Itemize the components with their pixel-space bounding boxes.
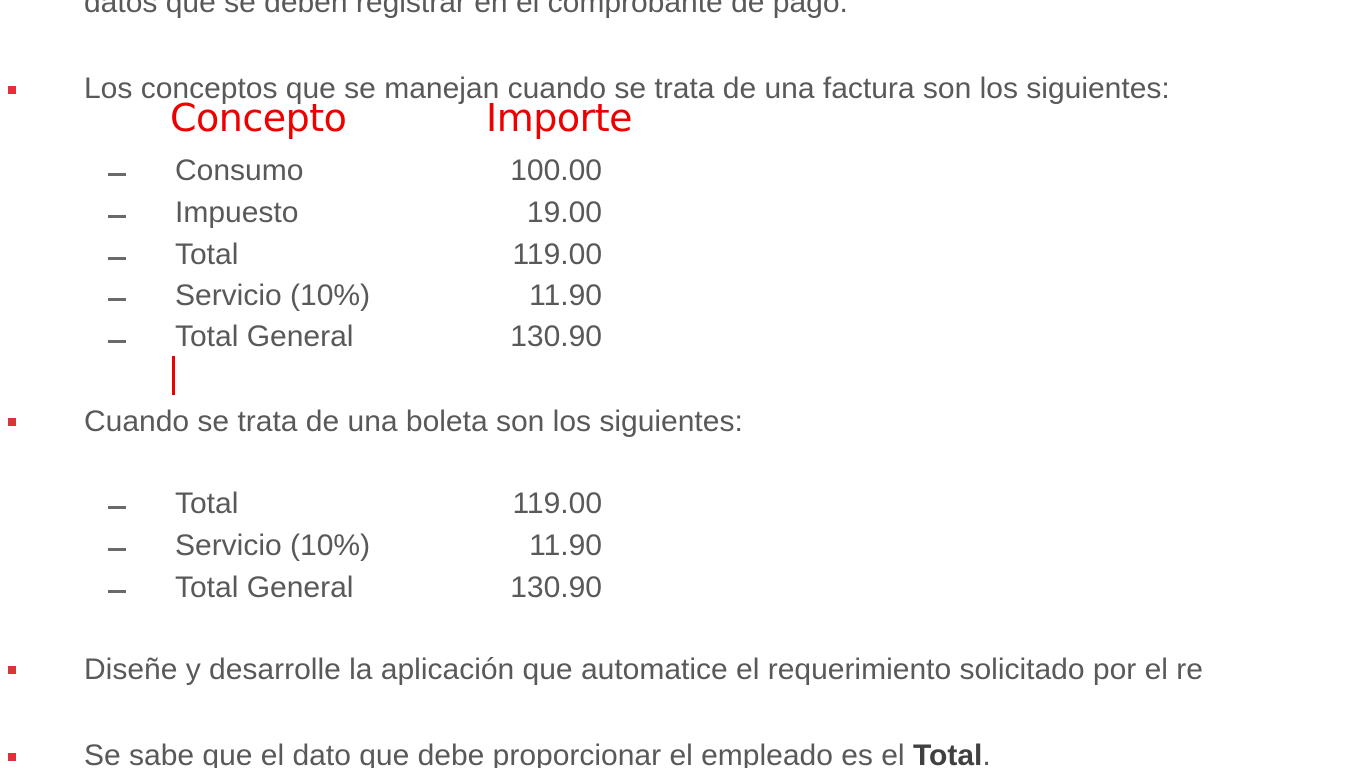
- amount-value: 119.00: [512, 487, 602, 520]
- concept-label: Servicio (10%): [175, 279, 371, 312]
- text-cursor: [172, 356, 175, 395]
- bullet-disene-text: Diseñe y desarrolle la aplicación que au…: [84, 653, 1203, 686]
- bullet-marker: [8, 666, 16, 674]
- concept-label: Total: [175, 487, 239, 520]
- amount-value: 11.90: [529, 279, 602, 312]
- amount-value: 100.00: [510, 154, 602, 187]
- top-line-text: datos que se deben registrar en el compr…: [84, 0, 848, 19]
- bullet-sabe-suffix: .: [982, 739, 991, 768]
- bullet-sabe-prefix: Se sabe que el dato que debe proporciona…: [84, 739, 913, 768]
- amount-value: 130.90: [510, 571, 602, 604]
- annotation-concepto: Concepto: [170, 96, 347, 140]
- concept-label: Total: [175, 238, 239, 271]
- bullet-sabe-text: Se sabe que el dato que debe proporciona…: [84, 739, 991, 768]
- concept-label: Total General: [175, 571, 354, 604]
- bullet-marker: [8, 86, 16, 94]
- dash-icon: [108, 548, 126, 551]
- concept-label: Servicio (10%): [175, 529, 371, 562]
- amount-value: 11.90: [529, 529, 602, 562]
- bullet-marker: [8, 418, 16, 426]
- annotation-importe: Importe: [486, 96, 633, 140]
- dash-icon: [108, 215, 126, 218]
- amount-value: 19.00: [526, 196, 602, 229]
- dash-icon: [108, 506, 126, 509]
- dash-icon: [108, 590, 126, 593]
- concept-label: Total General: [175, 320, 354, 353]
- concept-label: Impuesto: [175, 196, 299, 229]
- dash-icon: [108, 257, 126, 260]
- amount-value: 119.00: [512, 238, 602, 271]
- dash-icon: [108, 173, 126, 176]
- concept-label: Consumo: [175, 154, 304, 187]
- bullet-sabe-bold: Total: [912, 739, 983, 768]
- bullet-marker: [8, 753, 16, 761]
- dash-icon: [108, 340, 126, 343]
- amount-value: 130.90: [510, 320, 602, 353]
- dash-icon: [108, 298, 126, 301]
- bullet-boleta-text: Cuando se trata de una boleta son los si…: [84, 405, 743, 438]
